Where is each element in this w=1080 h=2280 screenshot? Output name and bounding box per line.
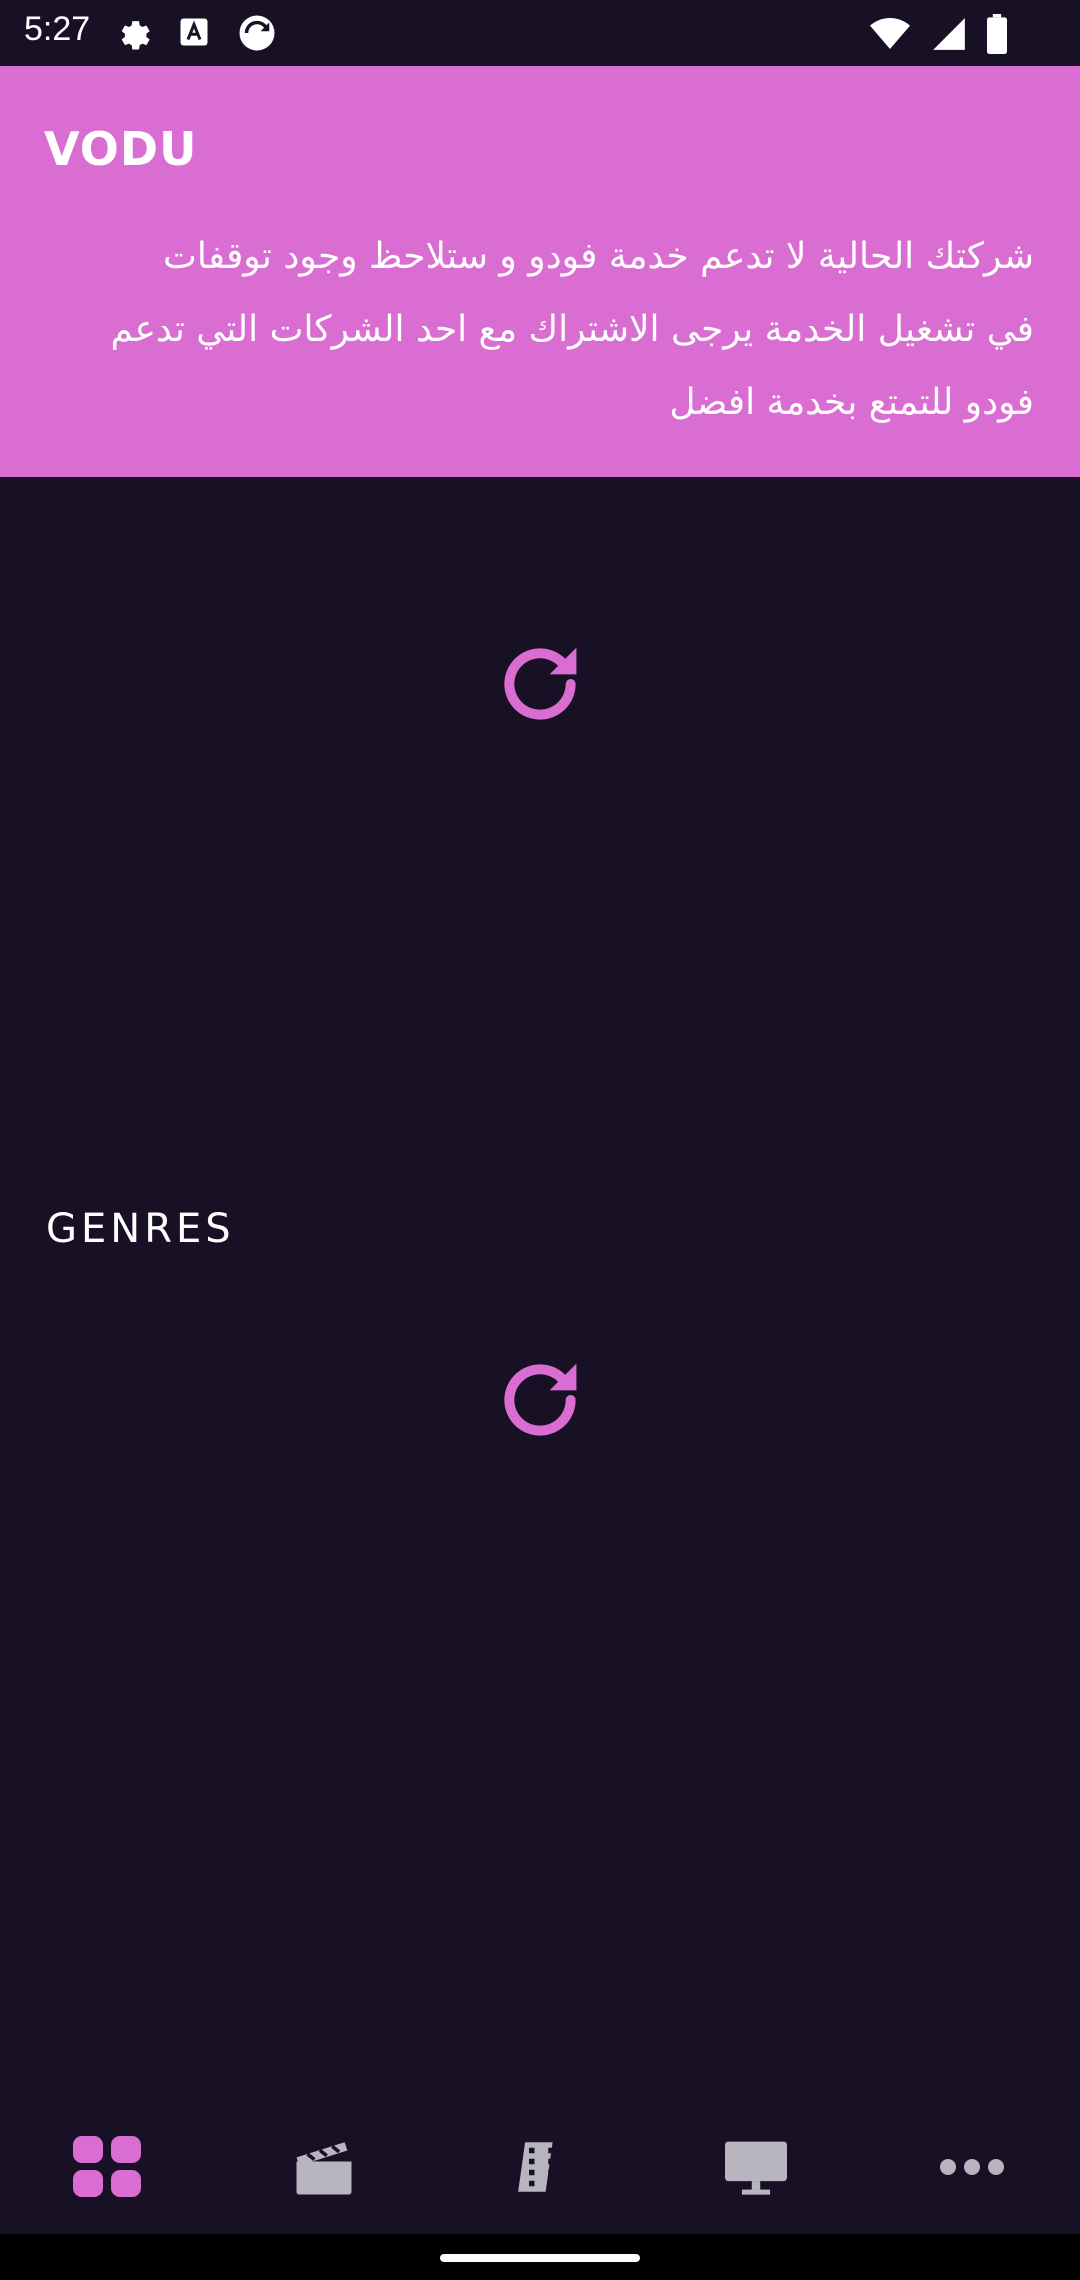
- message-line: فودو للتمتع بخدمة افضل: [669, 382, 1034, 423]
- vodu-logo: VODU: [44, 122, 198, 176]
- bottom-navigation: [0, 2100, 1080, 2234]
- settings-icon: [112, 12, 152, 54]
- message-line: في تشغيل الخدمة يرجى الاشتراك مع احد الش…: [110, 309, 1034, 350]
- signal-icon: [930, 14, 968, 54]
- clapperboard-icon: [296, 2142, 352, 2195]
- status-time: 5:27: [24, 10, 91, 48]
- carrier-warning-message: شركتك الحالية لا تدعم خدمة فودو و ستلاحظ…: [44, 220, 1034, 439]
- genres-section-title: GENRES: [46, 1206, 235, 1252]
- nav-item-more[interactable]: [864, 2100, 1080, 2234]
- nav-item-series[interactable]: [432, 2100, 648, 2234]
- film-strip-icon: [518, 2142, 554, 2192]
- home-indicator[interactable]: [440, 2254, 640, 2262]
- refresh-icon: [504, 1363, 577, 1436]
- status-bar: 5:27: [0, 0, 1080, 66]
- nav-item-home[interactable]: [0, 2100, 216, 2234]
- font-a-icon: [176, 12, 212, 54]
- battery-icon: [986, 14, 1008, 54]
- reload-button[interactable]: [494, 1354, 586, 1446]
- vpn-app-icon: [236, 12, 278, 54]
- carrier-warning-banner: VODU شركتك الحالية لا تدعم خدمة فودو و س…: [0, 66, 1080, 477]
- tv-monitor-icon: [725, 2141, 787, 2195]
- message-line: شركتك الحالية لا تدعم خدمة فودو و ستلاحظ…: [163, 236, 1034, 277]
- nav-item-live-tv[interactable]: [648, 2100, 864, 2234]
- nav-item-movies[interactable]: [216, 2100, 432, 2234]
- refresh-icon: [504, 647, 577, 720]
- grid-icon: [73, 2136, 141, 2197]
- more-icon: [940, 2159, 1004, 2175]
- wifi-icon: [868, 14, 912, 54]
- reload-button[interactable]: [494, 638, 586, 730]
